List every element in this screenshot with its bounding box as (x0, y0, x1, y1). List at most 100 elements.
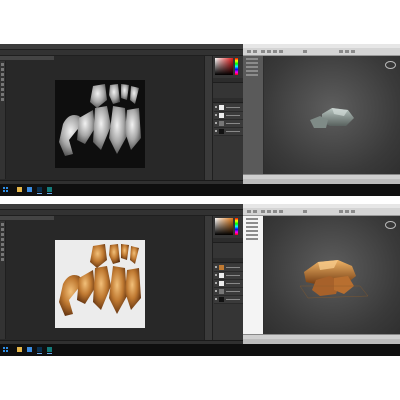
move-tool-icon[interactable] (1, 223, 4, 226)
clone-tool-icon[interactable] (1, 243, 4, 246)
folder-icon[interactable] (16, 346, 23, 354)
snap-icon[interactable] (303, 210, 307, 213)
brush-tool-icon[interactable] (1, 238, 4, 241)
move-icon[interactable] (267, 50, 271, 53)
render-setup-icon[interactable] (345, 50, 349, 53)
layer-row[interactable] (214, 288, 243, 296)
screenshot-diffuse (0, 204, 400, 356)
perspective-viewport[interactable] (264, 216, 400, 334)
eye-icon[interactable] (215, 266, 217, 268)
photoshop-icon[interactable] (36, 346, 43, 354)
color-picker[interactable] (215, 218, 233, 235)
document-tab[interactable] (0, 216, 54, 220)
layer-name (226, 107, 240, 108)
rock-model-gray[interactable] (264, 56, 400, 174)
material-editor-icon[interactable] (339, 50, 343, 53)
lasso-tool-icon[interactable] (1, 73, 4, 76)
layer-name (226, 131, 240, 132)
viewcube-icon[interactable] (385, 61, 396, 69)
gradient-tool-icon[interactable] (1, 93, 4, 96)
max-main-toolbar[interactable] (243, 208, 400, 216)
texture-canvas-heightmap[interactable] (55, 80, 145, 168)
texture-canvas-diffuse[interactable] (55, 240, 145, 328)
3ds-max-icon[interactable] (46, 186, 53, 194)
marquee-tool-icon[interactable] (1, 228, 4, 231)
windows-start-icon[interactable] (3, 187, 9, 193)
hue-slider[interactable] (235, 58, 238, 75)
max-main-toolbar[interactable] (243, 48, 400, 56)
move-icon[interactable] (267, 210, 271, 213)
eraser-tool-icon[interactable] (1, 88, 4, 91)
eye-icon[interactable] (215, 282, 217, 284)
undo-icon[interactable] (247, 210, 251, 213)
document-tab[interactable] (0, 56, 54, 60)
gradient-tool-icon[interactable] (1, 253, 4, 256)
layer-row[interactable] (214, 264, 243, 272)
layers-panel-tabs[interactable] (213, 258, 244, 263)
redo-icon[interactable] (253, 50, 257, 53)
select-icon[interactable] (261, 210, 265, 213)
select-icon[interactable] (261, 50, 265, 53)
eye-icon[interactable] (215, 122, 217, 124)
render-setup-icon[interactable] (345, 210, 349, 213)
windows-start-icon[interactable] (3, 347, 9, 353)
layer-row[interactable] (214, 112, 243, 120)
eraser-tool-icon[interactable] (1, 248, 4, 251)
layers-panel-tabs[interactable] (213, 98, 244, 103)
brush-tool-icon[interactable] (1, 78, 4, 81)
browser-icon[interactable] (26, 186, 33, 194)
adjustments-panel-tabs[interactable] (213, 238, 244, 243)
render-icon[interactable] (351, 210, 355, 213)
eye-icon[interactable] (215, 290, 217, 292)
layer-row[interactable] (214, 296, 243, 304)
rotate-icon[interactable] (273, 210, 277, 213)
panel-dock-icons[interactable] (204, 216, 212, 340)
3ds-max-window (243, 44, 400, 184)
eye-icon[interactable] (215, 114, 217, 116)
tools-panel[interactable] (0, 61, 6, 179)
photoshop-icon[interactable] (36, 186, 43, 194)
clone-tool-icon[interactable] (1, 83, 4, 86)
layer-row[interactable] (214, 272, 243, 280)
scene-explorer[interactable] (243, 216, 264, 334)
viewcube-icon[interactable] (385, 221, 396, 229)
eye-icon[interactable] (215, 274, 217, 276)
scale-icon[interactable] (279, 50, 283, 53)
layer-name (226, 275, 240, 276)
layer-name (226, 299, 240, 300)
rotate-icon[interactable] (273, 50, 277, 53)
3ds-max-icon[interactable] (46, 346, 53, 354)
undo-icon[interactable] (247, 50, 251, 53)
layer-row[interactable] (214, 128, 243, 136)
scene-explorer[interactable] (243, 56, 264, 174)
eye-icon[interactable] (215, 298, 217, 300)
eye-icon[interactable] (215, 130, 217, 132)
panel-dock-icons[interactable] (204, 56, 212, 180)
layer-row[interactable] (214, 120, 243, 128)
layer-row[interactable] (214, 280, 243, 288)
marquee-tool-icon[interactable] (1, 68, 4, 71)
tools-panel[interactable] (0, 221, 6, 339)
color-picker[interactable] (215, 58, 233, 75)
perspective-viewport[interactable] (264, 56, 400, 174)
redo-icon[interactable] (253, 210, 257, 213)
folder-icon[interactable] (16, 186, 23, 194)
lasso-tool-icon[interactable] (1, 233, 4, 236)
screenshot-heightmap (0, 44, 400, 196)
snap-icon[interactable] (303, 50, 307, 53)
rock-model-textured[interactable] (264, 216, 400, 334)
material-editor-icon[interactable] (339, 210, 343, 213)
render-icon[interactable] (351, 50, 355, 53)
move-tool-icon[interactable] (1, 63, 4, 66)
scale-icon[interactable] (279, 210, 283, 213)
text-tool-icon[interactable] (1, 258, 4, 261)
eye-icon[interactable] (215, 106, 217, 108)
windows-taskbar (0, 344, 400, 356)
browser-icon[interactable] (26, 346, 33, 354)
hue-slider[interactable] (235, 218, 238, 235)
text-tool-icon[interactable] (1, 98, 4, 101)
layer-row[interactable] (214, 104, 243, 112)
3ds-max-window (243, 204, 400, 344)
adjustments-panel-tabs[interactable] (213, 78, 244, 83)
layers-list (214, 104, 243, 136)
